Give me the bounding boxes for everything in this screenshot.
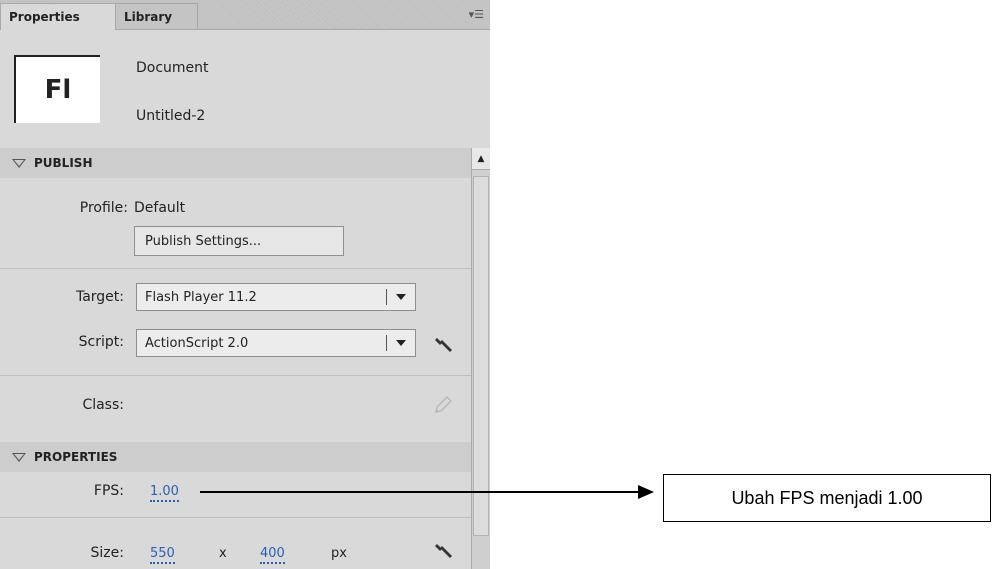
collapse-triangle-icon <box>12 452 26 462</box>
size-label: Size: <box>90 545 124 561</box>
fps-label: FPS: <box>93 483 124 499</box>
target-label: Target: <box>75 289 124 305</box>
properties-section-header[interactable]: PROPERTIES <box>0 442 471 472</box>
script-dropdown-value: ActionScript 2.0 <box>145 335 249 351</box>
target-dropdown[interactable]: Flash Player 11.2 <box>136 283 416 311</box>
pencil-icon[interactable] <box>432 394 454 416</box>
panel-menu-icon[interactable]: ▾☰ <box>469 8 484 21</box>
chevron-down-icon <box>387 340 415 346</box>
wrench-icon[interactable] <box>434 334 454 354</box>
properties-section-title: PROPERTIES <box>34 450 118 464</box>
class-label: Class: <box>82 397 124 413</box>
target-dropdown-value: Flash Player 11.2 <box>145 289 257 305</box>
profile-label: Profile: <box>79 200 128 216</box>
script-label: Script: <box>78 334 124 350</box>
document-type-label: Document <box>136 60 209 76</box>
scroll-thumb[interactable] <box>473 176 489 536</box>
annotation-arrow-line <box>200 491 640 493</box>
chevron-down-icon <box>387 294 415 300</box>
vertical-scrollbar[interactable]: ▲ <box>471 148 490 569</box>
annotation-callout: Ubah FPS menjadi 1.00 <box>663 474 991 522</box>
wrench-icon[interactable] <box>434 540 454 560</box>
divider <box>0 517 471 518</box>
profile-value: Default <box>134 200 186 216</box>
script-dropdown[interactable]: ActionScript 2.0 <box>136 329 416 357</box>
fps-value[interactable]: 1.00 <box>150 484 179 502</box>
scroll-up-arrow-icon[interactable]: ▲ <box>472 148 490 170</box>
annotation-arrowhead-icon <box>638 485 654 499</box>
tab-properties[interactable]: Properties <box>0 3 116 30</box>
publish-section-header[interactable]: PUBLISH <box>0 148 471 178</box>
properties-panel: Properties Library ▾☰ Fl Document Untitl… <box>0 0 490 569</box>
height-value[interactable]: 400 <box>260 546 285 564</box>
document-name: Untitled-2 <box>136 108 206 124</box>
tab-strip: Properties Library ▾☰ <box>0 0 490 30</box>
divider <box>0 375 471 376</box>
size-separator: x <box>219 546 227 561</box>
tab-library[interactable]: Library <box>116 3 198 30</box>
collapse-triangle-icon <box>12 158 26 168</box>
flash-document-icon: Fl <box>14 55 100 123</box>
publish-section-title: PUBLISH <box>34 156 93 170</box>
publish-settings-button[interactable]: Publish Settings... <box>134 226 344 256</box>
width-value[interactable]: 550 <box>150 546 175 564</box>
size-unit: px <box>331 546 347 561</box>
divider <box>0 268 471 269</box>
